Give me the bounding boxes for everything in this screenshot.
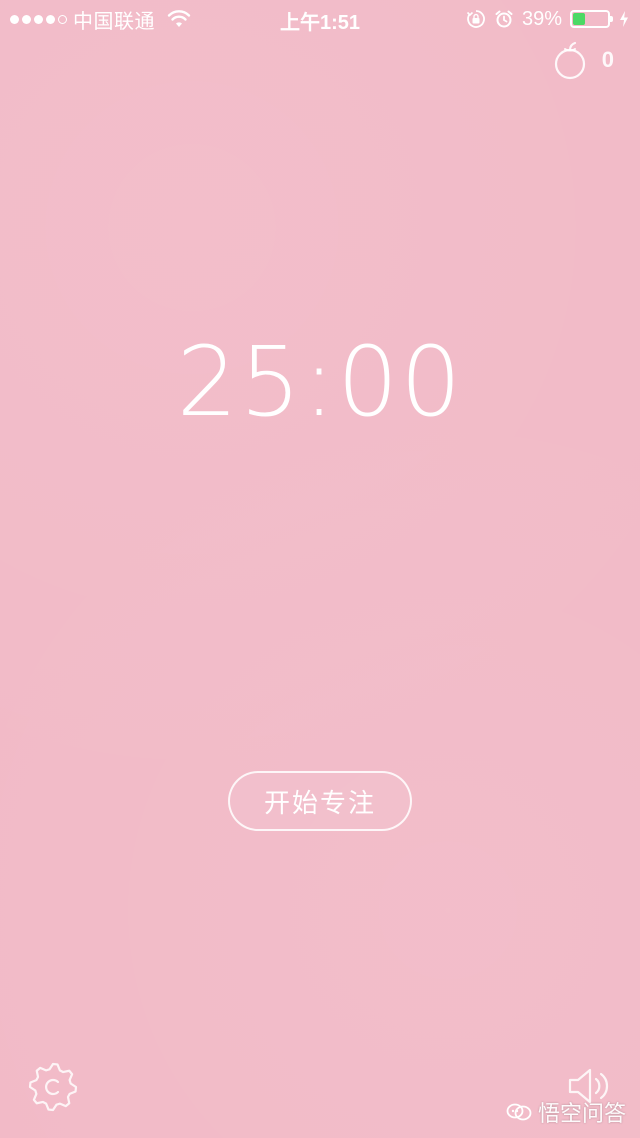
battery-icon [570, 10, 613, 28]
start-focus-button[interactable]: 开始专注 [228, 771, 412, 831]
status-bar-right: 39% [466, 6, 630, 32]
watermark-text: 悟空问答 [537, 1101, 626, 1126]
alarm-icon [495, 10, 513, 28]
status-bar: 中国联通 上午1:51 39% [0, 0, 640, 38]
tomato-count: 0 [601, 47, 614, 72]
countdown-timer: 25:00 [176, 326, 464, 438]
orientation-lock-icon [466, 10, 485, 28]
charging-icon [620, 11, 628, 27]
battery-percentage: 39% [521, 7, 562, 30]
tomato-icon [554, 41, 585, 80]
app-screen: 中国联通 上午1:51 39% 0 25:00 开始专注 悟空问答 [0, 0, 640, 1138]
battery-level-fill [573, 13, 586, 25]
speech-bubble-icon [506, 1103, 532, 1121]
tomato-counter[interactable]: 0 [552, 40, 614, 80]
watermark: 悟空问答 [506, 1096, 626, 1128]
gear-icon[interactable] [26, 1060, 80, 1114]
